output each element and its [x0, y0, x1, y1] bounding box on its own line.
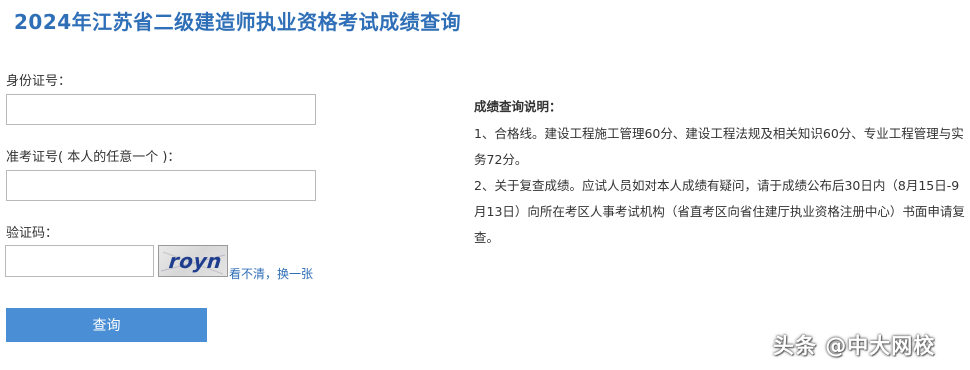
source-watermark: 头条 @中大网校: [773, 334, 936, 358]
instruction-item-passing-score: 1、合格线。建设工程施工管理60分、建设工程法规及相关知识60分、专业工程管理与…: [474, 126, 964, 167]
captcha-image[interactable]: royn: [158, 245, 228, 277]
instructions-title: 成绩查询说明：: [474, 99, 562, 114]
query-instructions: 成绩查询说明： 1、合格线。建设工程施工管理60分、建设工程法规及相关知识60分…: [474, 95, 970, 251]
exam-number-input[interactable]: [6, 170, 316, 201]
id-number-input[interactable]: [6, 94, 316, 125]
page-title: 2024年江苏省二级建造师执业资格考试成绩查询: [14, 10, 462, 34]
captcha-input[interactable]: [5, 245, 154, 277]
captcha-label: 验证码：: [6, 226, 59, 241]
score-query-page: 2024年江苏省二级建造师执业资格考试成绩查询 身份证号： 准考证号( 本人的任…: [0, 0, 970, 370]
instruction-item-recheck: 2、关于复查成绩。应试人员如对本人成绩有疑问，请于成绩公布后30日内（8月15日…: [474, 178, 965, 245]
id-number-label: 身份证号：: [6, 74, 72, 89]
exam-number-label: 准考证号( 本人的任意一个 )：: [6, 150, 181, 165]
captcha-text: royn: [167, 249, 224, 273]
refresh-captcha-link[interactable]: 看不清，换一张: [229, 265, 313, 282]
query-button[interactable]: 查询: [6, 308, 207, 342]
